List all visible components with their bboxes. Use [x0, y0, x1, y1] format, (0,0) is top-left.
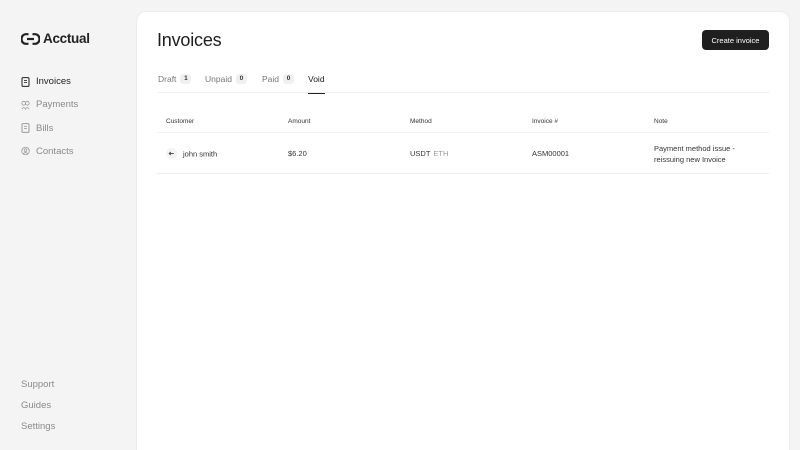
sidebar-item-label: Payments	[36, 99, 79, 111]
app-name: Acctual	[43, 31, 90, 46]
document-icon	[21, 76, 30, 87]
table-header: Customer Amount Method Invoice # Note	[157, 112, 769, 132]
tab-label: Paid	[262, 74, 280, 84]
support-link[interactable]: Support	[21, 379, 55, 392]
invoice-status-tabs: Draft 1 Unpaid 0 Paid 0 Void	[158, 72, 769, 94]
app-logo[interactable]: Acctual	[21, 31, 90, 46]
column-header-customer[interactable]: Customer	[166, 118, 194, 125]
method-cell: USDT ETH	[410, 149, 448, 158]
tab-label: Void	[308, 74, 325, 84]
sidebar-item-invoices[interactable]: Invoices	[21, 74, 78, 89]
sidebar-item-label: Invoices	[36, 76, 71, 87]
payments-icon	[21, 100, 30, 110]
page-title: Invoices	[157, 30, 222, 50]
table-row[interactable]: john smith $6.20 USDT ETH ASM00001 Paymen…	[157, 132, 769, 174]
settings-link[interactable]: Settings	[21, 421, 55, 434]
sidebar-nav: Invoices Payments Bills Contacts	[21, 74, 78, 167]
column-header-amount[interactable]: Amount	[288, 118, 310, 125]
column-header-invoice-number[interactable]: Invoice #	[532, 118, 558, 125]
tab-count-badge: 0	[235, 74, 247, 84]
sidebar-item-bills[interactable]: Bills	[21, 121, 78, 136]
tab-count-badge: 0	[283, 74, 295, 84]
create-invoice-button[interactable]: Create invoice	[702, 30, 769, 50]
bill-icon	[21, 123, 30, 133]
column-header-method[interactable]: Method	[410, 118, 432, 125]
column-header-note[interactable]: Note	[654, 118, 668, 125]
tab-label: Unpaid	[205, 74, 232, 84]
sidebar-bottom-nav: Support Guides Settings	[21, 379, 55, 443]
avatar	[166, 148, 177, 159]
note-cell: Payment method issue - reissuing new Inv…	[654, 144, 735, 164]
sidebar-item-contacts[interactable]: Contacts	[21, 144, 78, 159]
payment-network: ETH	[433, 149, 449, 158]
acctual-logo-icon	[21, 32, 40, 45]
tab-unpaid[interactable]: Unpaid 0	[205, 72, 247, 93]
sidebar-item-payments[interactable]: Payments	[21, 97, 78, 112]
contacts-icon	[21, 147, 30, 156]
invoices-table: Customer Amount Method Invoice # Note jo…	[157, 112, 769, 174]
amount-cell: $6.20	[288, 149, 307, 158]
main-panel: Invoices Create invoice Draft 1 Unpaid 0…	[136, 11, 790, 450]
tab-draft[interactable]: Draft 1	[158, 72, 192, 93]
sidebar-item-label: Bills	[36, 122, 54, 134]
invoice-number-cell: ASM00001	[532, 149, 570, 158]
sidebar: Acctual Invoices Payments Bills Contacts…	[0, 0, 136, 450]
tab-void[interactable]: Void	[308, 72, 325, 94]
guides-link[interactable]: Guides	[21, 400, 55, 413]
customer-name: john smith	[183, 149, 218, 159]
tab-paid[interactable]: Paid 0	[262, 72, 295, 93]
customer-cell: john smith	[166, 148, 218, 160]
tab-count-badge: 1	[180, 74, 192, 84]
payment-token: USDT	[410, 149, 431, 158]
tab-label: Draft	[158, 74, 177, 84]
sidebar-item-label: Contacts	[36, 145, 74, 157]
arrow-left-icon	[168, 151, 174, 156]
